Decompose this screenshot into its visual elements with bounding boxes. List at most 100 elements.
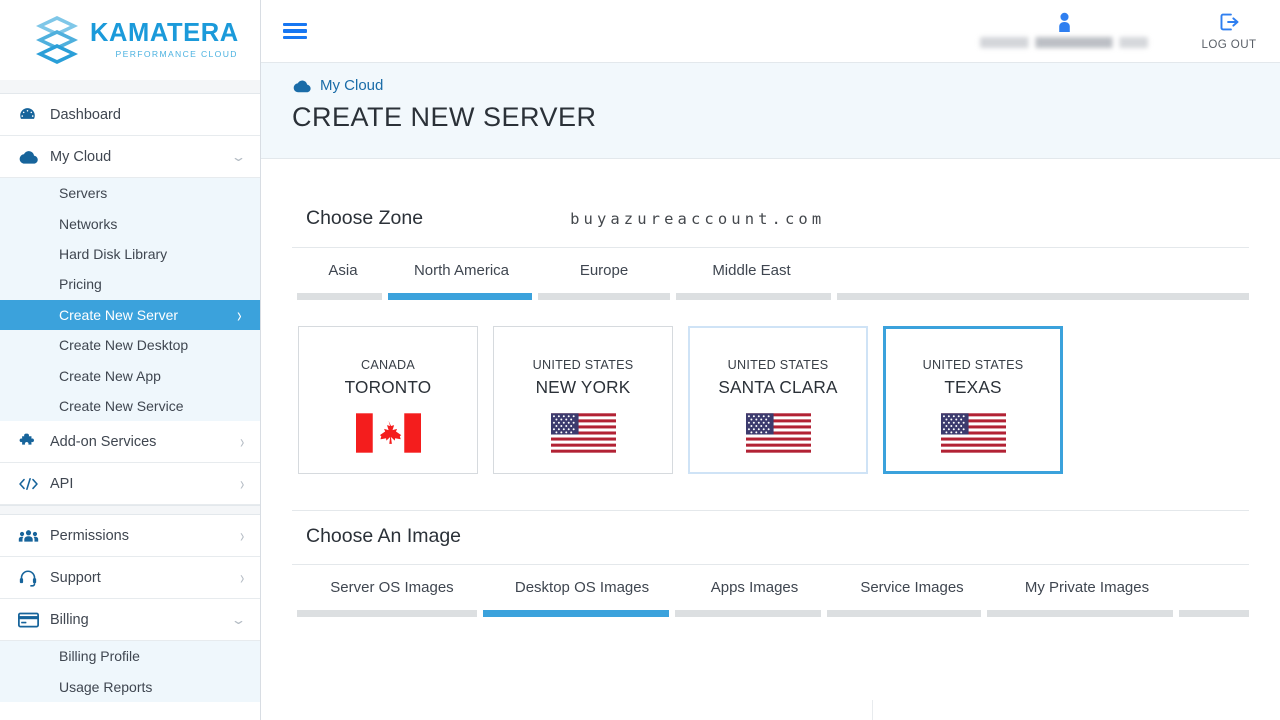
zone-country: UNITED STATES — [532, 358, 634, 372]
usa-flag-icon — [745, 413, 811, 458]
zone-card-texas[interactable]: UNITED STATES TEXAS — [883, 326, 1063, 474]
tab-middle-east[interactable]: Middle East — [674, 262, 829, 293]
zone-card-list: CANADA TORONTO UNITED STATES NEW YORK UN… — [292, 300, 1249, 474]
tab-underline-europe — [537, 293, 670, 300]
user-account[interactable] — [964, 12, 1164, 48]
chevron-right-icon: › — [237, 303, 242, 327]
sidebar-item-create-new-app[interactable]: Create New App — [0, 360, 260, 390]
brand-logo[interactable]: KAMATERA PERFORMANCE CLOUD — [0, 0, 260, 80]
sidebar-item-label: Dashboard — [50, 106, 121, 123]
usa-flag-icon — [550, 413, 616, 458]
sidebar-subitem-label: Networks — [59, 215, 118, 232]
choose-zone-panel: Choose Zone buyazureaccount.com Asia Nor… — [292, 193, 1250, 474]
sidebar-top-band — [0, 80, 260, 94]
brand-tagline: PERFORMANCE CLOUD — [115, 48, 238, 59]
usa-flag-icon — [940, 413, 1006, 458]
section-title: Choose An Image — [306, 525, 462, 547]
sidebar-item-billing-profile[interactable]: Billing Profile — [0, 641, 260, 671]
zone-city: TORONTO — [344, 377, 432, 397]
tab-asia[interactable]: Asia — [297, 262, 389, 293]
sidebar-subitem-label: Servers — [59, 185, 108, 202]
zone-country: UNITED STATES — [922, 358, 1024, 372]
sidebar-item-usage-reports[interactable]: Usage Reports — [0, 672, 260, 702]
sidebar-subitem-label: Usage Reports — [59, 678, 153, 695]
sidebar-item-create-new-server[interactable]: Create New Server › — [0, 299, 260, 330]
puzzle-piece-icon — [18, 432, 44, 452]
tab-underline-filler — [1178, 610, 1250, 617]
tab-underline-middle-east — [675, 293, 831, 300]
tab-underline-asia — [297, 293, 382, 300]
logout-button[interactable]: LOG OUT — [1198, 12, 1260, 51]
page-header: My Cloud CREATE NEW SERVER — [261, 63, 1280, 159]
sidebar: KAMATERA PERFORMANCE CLOUD Dashboard My … — [0, 0, 261, 720]
breadcrumb-link[interactable]: My Cloud — [320, 77, 383, 94]
canada-flag-icon — [355, 413, 421, 458]
sidebar-item-create-new-desktop[interactable]: Create New Desktop — [0, 330, 260, 360]
sidebar-item-support[interactable]: Support › — [0, 557, 260, 600]
page-title: CREATE NEW SERVER — [292, 102, 597, 132]
sidebar-item-permissions[interactable]: Permissions › — [0, 515, 260, 558]
zone-city: TEXAS — [944, 377, 1002, 397]
dashboard-gauge-icon — [18, 105, 44, 125]
tab-north-america[interactable]: North America — [389, 262, 534, 293]
sidebar-item-label: Add-on Services — [50, 433, 157, 450]
tab-europe[interactable]: Europe — [534, 262, 674, 293]
sidebar-item-addon-services[interactable]: Add-on Services › — [0, 421, 260, 464]
sidebar-item-my-cloud[interactable]: My Cloud ⌄ — [0, 136, 260, 178]
tab-underline-apps — [674, 610, 822, 617]
cloud-icon — [292, 79, 311, 93]
tab-underline-north-america — [387, 293, 532, 300]
chevron-right-icon: › — [239, 472, 244, 495]
sidebar-item-label: Permissions — [50, 527, 129, 544]
user-email-redacted — [980, 36, 1148, 48]
hamburger-menu-icon[interactable] — [283, 16, 307, 45]
chevron-down-icon: ⌄ — [230, 148, 247, 164]
sidebar-item-hard-disk-library[interactable]: Hard Disk Library — [0, 239, 260, 269]
zone-card-new-york[interactable]: UNITED STATES NEW YORK — [493, 326, 673, 474]
zone-tabs: Asia North America Europe Middle East — [292, 248, 1249, 293]
watermark-text: buyazureaccount.com — [570, 210, 826, 228]
chevron-right-icon: › — [239, 430, 244, 453]
section-title: Choose Zone — [306, 207, 424, 229]
tab-underline-desktop-os — [482, 610, 669, 617]
zone-country: UNITED STATES — [727, 358, 829, 372]
credit-card-icon — [18, 610, 44, 630]
sidebar-subitem-label: Create New Server — [59, 306, 179, 323]
breadcrumb[interactable]: My Cloud — [292, 77, 1280, 94]
choose-image-header: Choose An Image — [292, 510, 1249, 565]
sidebar-subitem-label: Create New Desktop — [59, 337, 189, 354]
tab-underline-private — [986, 610, 1173, 617]
zone-card-toronto[interactable]: CANADA TORONTO — [298, 326, 478, 474]
sidebar-item-billing[interactable]: Billing ⌄ — [0, 599, 260, 642]
sidebar-item-networks[interactable]: Networks — [0, 208, 260, 238]
tab-apps-images[interactable]: Apps Images — [677, 579, 832, 610]
tab-service-images[interactable]: Service Images — [832, 579, 992, 610]
sidebar-item-dashboard[interactable]: Dashboard — [0, 94, 260, 136]
sidebar-group-separator — [0, 505, 260, 516]
tab-underline-service — [827, 610, 981, 617]
zone-card-santa-clara[interactable]: UNITED STATES SANTA CLARA — [688, 326, 868, 474]
brand-name: KAMATERA — [90, 19, 239, 48]
logout-label: LOG OUT — [1201, 37, 1257, 51]
code-brackets-icon — [18, 474, 44, 494]
tab-desktop-os-images[interactable]: Desktop OS Images — [487, 579, 677, 610]
sidebar-item-api[interactable]: API › — [0, 463, 260, 506]
zone-city: NEW YORK — [535, 377, 631, 397]
sidebar-item-pricing[interactable]: Pricing — [0, 269, 260, 299]
cloud-icon — [18, 147, 44, 167]
tab-underline-server-os — [297, 610, 478, 617]
main-content: LOG OUT My Cloud CREATE NEW SERVER Choos — [261, 0, 1280, 720]
tab-my-private-images[interactable]: My Private Images — [992, 579, 1182, 610]
choose-image-panel: Choose An Image Server OS Images Desktop… — [292, 510, 1250, 617]
tab-server-os-images[interactable]: Server OS Images — [297, 579, 487, 610]
image-tabs-underline — [292, 610, 1250, 617]
brand-text: KAMATERA PERFORMANCE CLOUD — [90, 21, 239, 58]
zone-country: CANADA — [361, 358, 415, 372]
people-group-icon — [18, 526, 44, 546]
sidebar-item-create-new-service[interactable]: Create New Service — [0, 391, 260, 421]
chevron-right-icon: › — [239, 524, 244, 547]
sidebar-item-servers[interactable]: Servers — [0, 178, 260, 208]
content-top-spacer — [261, 159, 1280, 193]
user-avatar-icon — [1056, 12, 1073, 34]
